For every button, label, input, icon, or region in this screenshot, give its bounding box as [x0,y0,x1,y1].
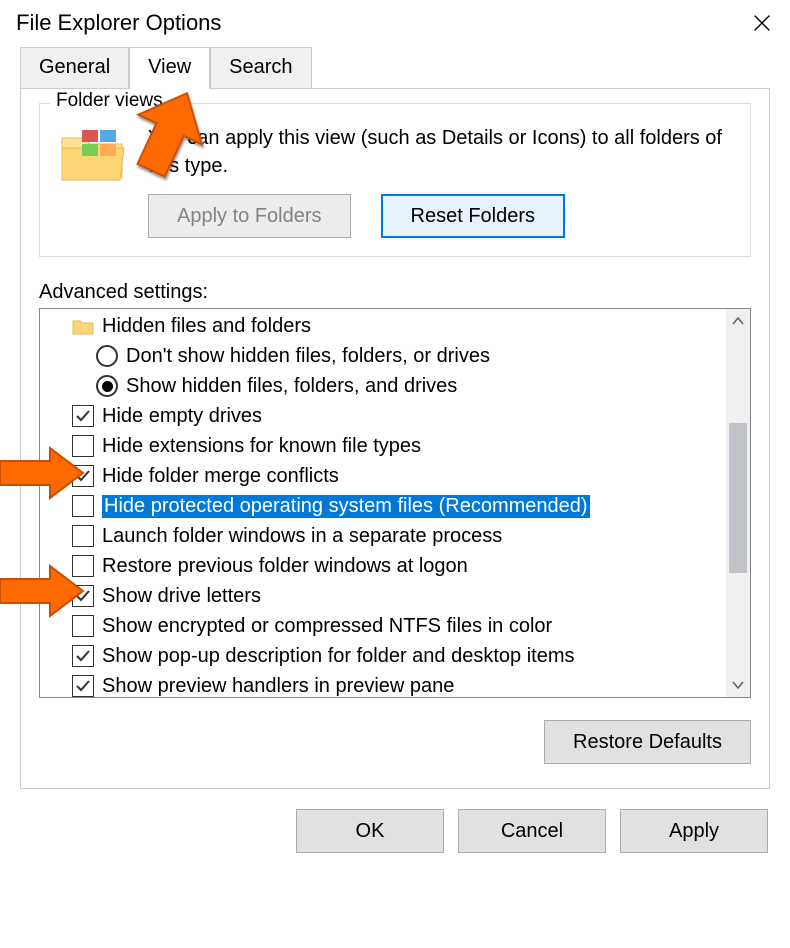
checkbox-icon [72,555,94,577]
checkbox-label: Hide extensions for known file types [102,435,421,458]
chk-restore-previous-windows[interactable]: Restore previous folder windows at logon [40,551,726,581]
chk-hide-merge-conflicts[interactable]: Hide folder merge conflicts [40,461,726,491]
folder-icon [72,317,94,335]
chk-hide-extensions[interactable]: Hide extensions for known file types [40,431,726,461]
checkbox-icon [72,495,94,517]
checkbox-label: Show pop-up description for folder and d… [102,645,575,668]
chk-hide-empty-drives[interactable]: Hide empty drives [40,401,726,431]
tab-search[interactable]: Search [210,47,311,89]
checkbox-label: Hide protected operating system files (R… [102,495,590,518]
content: PCrisk General View Search Folder views [0,46,790,789]
scroll-track[interactable] [726,333,750,673]
folder-views-description: You can apply this view (such as Details… [148,124,732,180]
checkbox-icon [72,525,94,547]
advanced-settings-list: Hidden files and folders Don't show hidd… [39,308,751,698]
checkbox-label: Show preview handlers in preview pane [102,675,454,698]
radio-label: Don't show hidden files, folders, or dri… [126,345,490,368]
cancel-button[interactable]: Cancel [458,809,606,853]
checkbox-label: Hide folder merge conflicts [102,465,339,488]
checkbox-icon [72,405,94,427]
checkbox-icon [72,615,94,637]
chk-show-popup-description[interactable]: Show pop-up description for folder and d… [40,641,726,671]
scroll-up-icon[interactable] [726,309,750,333]
reset-folders-button[interactable]: Reset Folders [381,194,566,238]
apply-button[interactable]: Apply [620,809,768,853]
scroll-down-icon[interactable] [726,673,750,697]
checkbox-icon [72,675,94,697]
folder-views-group: Folder views You can apply this view (su… [39,103,751,257]
checkbox-icon [72,645,94,667]
checkbox-label: Restore previous folder windows at logon [102,555,468,578]
scroll-thumb[interactable] [729,423,747,573]
folder-views-title: Folder views [50,90,169,112]
radio-dont-show-hidden[interactable]: Don't show hidden files, folders, or dri… [40,341,726,371]
chk-hide-protected-os-files[interactable]: Hide protected operating system files (R… [40,491,726,521]
checkbox-icon [72,465,94,487]
tab-general[interactable]: General [20,47,129,89]
tab-view[interactable]: View [129,47,210,89]
checkbox-label: Hide empty drives [102,405,262,428]
tabs: General View Search [20,46,770,88]
tabpanel-view: Folder views You can apply this view (su… [20,88,770,789]
group-hidden-files: Hidden files and folders [40,311,726,341]
radio-icon [96,375,118,397]
folder-icon [58,124,128,184]
checkbox-label: Show encrypted or compressed NTFS files … [102,615,552,638]
radio-label: Show hidden files, folders, and drives [126,375,457,398]
window-title: File Explorer Options [16,10,221,36]
chk-show-encrypted-color[interactable]: Show encrypted or compressed NTFS files … [40,611,726,641]
titlebar: File Explorer Options [0,0,790,46]
chk-show-drive-letters[interactable]: Show drive letters [40,581,726,611]
scrollbar[interactable] [726,309,750,697]
chk-launch-separate-process[interactable]: Launch folder windows in a separate proc… [40,521,726,551]
radio-icon [96,345,118,367]
group-label: Hidden files and folders [102,315,311,338]
checkbox-icon [72,585,94,607]
close-icon[interactable] [750,11,774,35]
radio-show-hidden[interactable]: Show hidden files, folders, and drives [40,371,726,401]
chk-show-preview-handlers[interactable]: Show preview handlers in preview pane [40,671,726,697]
checkbox-icon [72,435,94,457]
dialog-buttons: OK Cancel Apply [0,789,790,853]
restore-defaults-button[interactable]: Restore Defaults [544,720,751,764]
apply-to-folders-button: Apply to Folders [148,194,351,238]
checkbox-label: Show drive letters [102,585,261,608]
advanced-settings-label: Advanced settings: [39,281,751,304]
ok-button[interactable]: OK [296,809,444,853]
checkbox-label: Launch folder windows in a separate proc… [102,525,502,548]
